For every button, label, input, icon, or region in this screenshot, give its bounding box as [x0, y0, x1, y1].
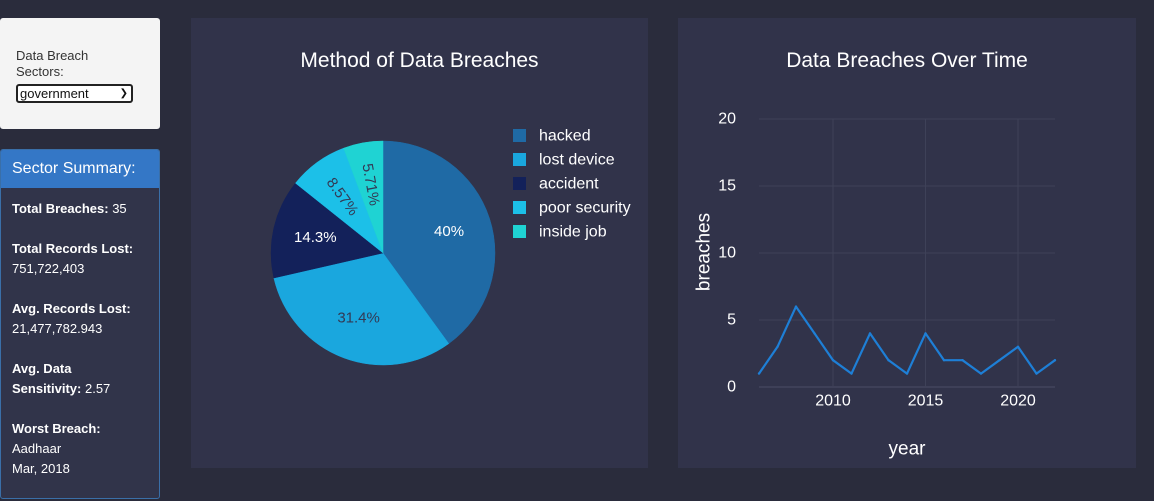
- legend-swatch: [513, 225, 526, 238]
- data-point: [1053, 359, 1057, 362]
- legend-swatch: [513, 201, 526, 214]
- pie-slice-label: 14.3%: [294, 229, 337, 246]
- legend-swatch: [513, 153, 526, 166]
- data-point: [850, 372, 853, 375]
- sector-summary-body: Total Breaches: 35 Total Records Lost: 7…: [1, 188, 159, 479]
- data-point: [998, 359, 1001, 362]
- stat-value: 751,722,403: [12, 261, 85, 276]
- sector-summary-card: Sector Summary: Total Breaches: 35 Total…: [0, 149, 160, 499]
- legend-label: inside job: [539, 224, 607, 241]
- x-tick-label: 2015: [908, 393, 944, 410]
- data-point: [979, 372, 983, 375]
- y-tick-label: 15: [718, 178, 736, 195]
- data-point: [942, 359, 946, 362]
- pie-chart: 40%31.4%14.3%8.57%5.71%hackedlost device…: [270, 128, 631, 366]
- stat-label: Worst Breach:: [12, 421, 101, 436]
- stat-avg-records: Avg. Records Lost: 21,477,782.943: [12, 299, 159, 339]
- data-point: [1035, 372, 1038, 375]
- stat-avg-sensitivity: Avg. Data Sensitivity: 2.57: [12, 359, 132, 399]
- stat-worst-breach: Worst Breach: Aadhaar Mar, 2018: [12, 419, 159, 479]
- legend-label: lost device: [539, 152, 615, 169]
- line-chart-title: Data Breaches Over Time: [786, 49, 1028, 72]
- data-point: [905, 372, 909, 375]
- legend-label: accident: [539, 176, 599, 193]
- x-tick-label: 2010: [815, 393, 851, 410]
- sector-filter-label: Data Breach Sectors:: [16, 48, 89, 79]
- chevron-down-icon: ❯: [119, 88, 128, 99]
- stat-value: 2.57: [84, 381, 111, 396]
- legend-label: hacked: [539, 128, 591, 145]
- breaches-line[interactable]: [758, 305, 1056, 375]
- stat-value: Aadhaar: [12, 441, 62, 456]
- stat-total-records: Total Records Lost: 751,722,403: [12, 239, 159, 279]
- pie-slice-label: 31.4%: [337, 310, 380, 327]
- legend-swatch: [513, 129, 526, 142]
- stat-value: 35: [112, 201, 127, 216]
- data-point: [868, 332, 872, 335]
- data-point: [794, 305, 798, 308]
- legend-swatch: [513, 177, 526, 190]
- stat-label: Avg. Records Lost:: [12, 301, 131, 316]
- data-point: [961, 359, 964, 362]
- sector-filter-card: Data Breach Sectors: government ❯: [0, 18, 160, 129]
- sector-select-value: government: [20, 86, 89, 101]
- y-axis-label: breaches: [694, 213, 715, 291]
- x-axis-label: year: [889, 439, 927, 460]
- x-tick-label: 2020: [1000, 393, 1036, 410]
- y-tick-label: 0: [727, 379, 736, 396]
- stat-value: 21,477,782.943: [12, 321, 103, 336]
- data-point: [887, 359, 890, 362]
- data-point: [776, 345, 779, 348]
- y-tick-label: 10: [718, 245, 736, 262]
- stat-total-breaches: Total Breaches: 35: [12, 199, 159, 219]
- y-tick-label: 20: [718, 111, 736, 128]
- sector-select[interactable]: government ❯: [16, 84, 133, 103]
- data-point: [831, 359, 835, 362]
- sector-summary-header: Sector Summary:: [1, 150, 159, 188]
- data-point: [813, 332, 816, 335]
- stat-label: Total Records Lost:: [12, 241, 134, 256]
- legend-label: poor security: [539, 200, 631, 217]
- stat-label: Avg. Data Sensitivity:: [12, 361, 82, 396]
- data-point: [1016, 345, 1020, 348]
- y-tick-label: 5: [727, 312, 736, 329]
- stat-label: Total Breaches:: [12, 201, 109, 216]
- data-point: [757, 372, 761, 375]
- line-chart: 0 5 10 15 20 2010 2015 2020 year breaches: [694, 111, 1057, 460]
- pie-chart-panel: Method of Data Breaches 40% 31.4% 14.3% 8.5…: [191, 18, 648, 468]
- stat-date: Mar, 2018: [12, 461, 70, 476]
- line-chart-panel: Data Breaches Over Time 0 5 10 15 20 2010 2015…: [678, 18, 1136, 468]
- pie-slice-label: 40%: [434, 223, 464, 240]
- data-point: [924, 332, 927, 335]
- pie-chart-title: Method of Data Breaches: [300, 49, 539, 72]
